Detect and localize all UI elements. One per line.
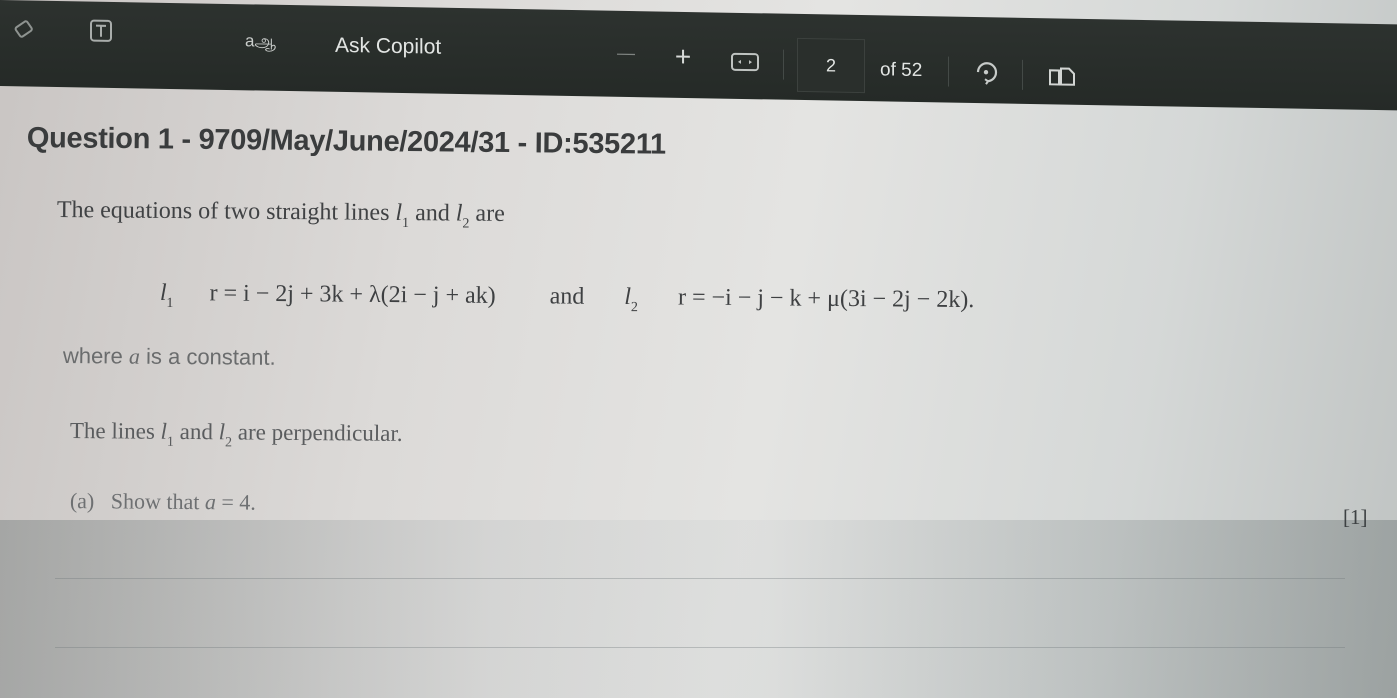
part-a-text: Show that xyxy=(110,488,206,515)
part-a: (a) Show that a = 4. xyxy=(70,488,256,516)
line2-equation: r = −i − j − k + μ(3i − 2j − 2k). xyxy=(677,284,975,314)
part-a-label: (a) xyxy=(69,488,95,514)
plus-icon[interactable]: + xyxy=(668,41,698,73)
part-a-value: = 4. xyxy=(215,489,256,515)
toolbar-divider xyxy=(783,49,784,80)
intro-text-and: and xyxy=(409,200,456,227)
perp-start: The lines xyxy=(69,418,161,444)
answer-line xyxy=(55,647,1345,648)
perp-and: and xyxy=(173,418,219,445)
intro-text-start: The equations of two straight lines xyxy=(56,197,396,226)
page-number-input[interactable]: 2 xyxy=(797,37,865,94)
equations-joiner: and xyxy=(549,283,585,310)
equations-row: l1 r = i − 2j + 3k + λ(2i − j + ak) and l2 r… xyxy=(160,280,975,319)
part-a-variable: a xyxy=(204,489,217,515)
intro-text-end: are xyxy=(475,200,505,227)
line1-equation: r = i − 2j + 3k + λ(2i − j + ak) xyxy=(209,280,496,309)
where-start: where xyxy=(62,343,130,369)
eraser-icon[interactable] xyxy=(8,14,42,47)
minus-icon[interactable]: — xyxy=(612,42,640,63)
text-box-icon[interactable] xyxy=(84,13,118,48)
fit-width-icon[interactable] xyxy=(728,49,762,76)
where-end: is a constant. xyxy=(139,343,276,370)
read-aloud-icon[interactable]: aஆ xyxy=(245,31,276,54)
subscript-2: 2 xyxy=(462,216,470,232)
ask-copilot-button[interactable]: Ask Copilot xyxy=(335,34,441,60)
where-text: where a is a constant. xyxy=(63,343,276,371)
toolbar-divider xyxy=(948,56,949,87)
where-variable: a xyxy=(128,343,141,369)
intro-text: The equations of two straight lines l1 a… xyxy=(57,197,505,233)
perpendicular-text: The lines l1 and l2 are perpendicular. xyxy=(70,418,403,453)
answer-line xyxy=(55,578,1345,579)
toolbar-divider xyxy=(1022,59,1023,90)
page-shadow xyxy=(0,520,1397,698)
line1-subscript: 1 xyxy=(166,296,174,312)
page-total-label: of 52 xyxy=(880,59,923,82)
rotate-icon[interactable] xyxy=(968,55,1004,92)
line2-subscript: 2 xyxy=(630,300,638,316)
perp-end: are perpendicular. xyxy=(237,419,403,446)
question-title: Question 1 - 9709/May/June/2024/31 - ID:… xyxy=(26,122,667,161)
perp-sub2: 2 xyxy=(224,435,233,451)
two-page-view-icon[interactable] xyxy=(1044,62,1080,91)
marks-label: [1] xyxy=(1343,505,1368,529)
